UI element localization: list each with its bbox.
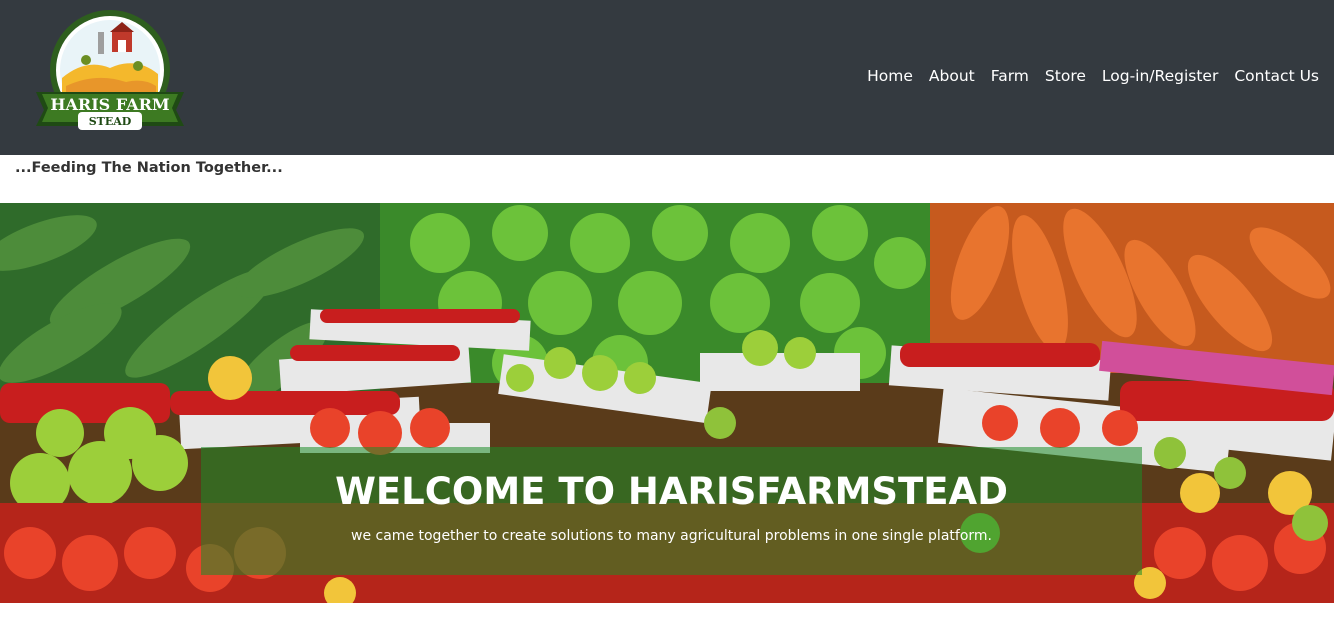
logo-text-line2: STEAD: [89, 115, 132, 128]
nav-home[interactable]: Home: [867, 66, 913, 86]
hero-subtitle: we came together to create solutions to …: [351, 528, 992, 544]
nav-store[interactable]: Store: [1045, 66, 1086, 86]
main-nav: Home About Farm Store Log-in/Register Co…: [867, 66, 1319, 86]
nav-about[interactable]: About: [929, 66, 975, 86]
nav-contact-us[interactable]: Contact Us: [1234, 66, 1319, 86]
nav-farm[interactable]: Farm: [991, 66, 1029, 86]
haris-farm-stead-logo[interactable]: HARIS FARM STEAD: [26, 8, 194, 138]
nav-login-register[interactable]: Log-in/Register: [1102, 66, 1218, 86]
site-header: HARIS FARM STEAD Home About Farm Store L…: [0, 0, 1334, 155]
tagline: ...Feeding The Nation Together...: [15, 160, 283, 176]
hero-title: WELCOME TO HARISFARMSTEAD: [335, 470, 1008, 513]
logo-text-line1: HARIS FARM: [50, 95, 169, 114]
